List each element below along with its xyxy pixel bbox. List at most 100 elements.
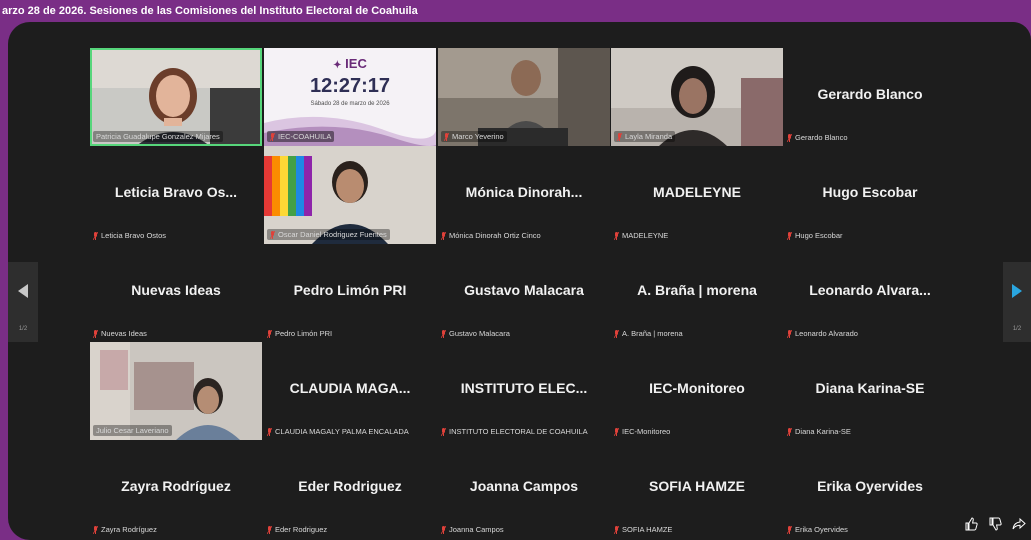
participant-name: Marco Yeverino	[452, 132, 504, 141]
participant-tile-madeleyne[interactable]: MADELEYNE MADELEYNE	[611, 146, 783, 244]
participant-name-label: Erika Oyervides	[787, 525, 848, 534]
participant-tile-eder[interactable]: Eder Rodriguez Eder Rodriguez	[264, 440, 436, 538]
participant-display-name: Leonardo Alvara...	[809, 282, 931, 298]
participant-display-name: Gerardo Blanco	[817, 86, 923, 102]
participant-tile-claudia[interactable]: CLAUDIA MAGA... CLAUDIA MAGALY PALMA ENC…	[264, 342, 436, 440]
mic-muted-icon	[787, 525, 792, 534]
mic-muted-icon	[267, 525, 272, 534]
like-icon[interactable]	[964, 517, 978, 534]
participant-tile-oscar[interactable]: Oscar Daniel Rodriguez Fuentes	[264, 146, 436, 244]
participant-display-name: IEC-Monitoreo	[649, 380, 745, 396]
participant-tile-hugo[interactable]: Hugo Escobar Hugo Escobar	[784, 146, 956, 244]
participant-display-name: Leticia Bravo Os...	[114, 184, 238, 200]
participant-name-label: A. Braña | morena	[614, 329, 683, 338]
participant-display-name: Hugo Escobar	[822, 184, 918, 200]
mic-muted-icon	[444, 132, 449, 141]
participant-name-label: Pedro Limón PRI	[267, 329, 332, 338]
dislike-icon[interactable]	[988, 517, 1002, 534]
participant-tile-iec-clock[interactable]: ✦ IEC 12:27:17 Sábado 28 de marzo de 202…	[264, 48, 436, 146]
participant-tile-iec-monitoreo[interactable]: IEC-Monitoreo IEC-Monitoreo	[611, 342, 783, 440]
participant-name-label: MADELEYNE	[614, 231, 668, 240]
participant-name-label: Gerardo Blanco	[787, 133, 848, 142]
participant-name-label: CLAUDIA MAGALY PALMA ENCALADA	[267, 427, 409, 436]
participant-name: Gerardo Blanco	[795, 133, 848, 142]
participant-tile-joanna[interactable]: Joanna Campos Joanna Campos	[438, 440, 610, 538]
mic-muted-icon	[267, 329, 272, 338]
participant-name: IEC-COAHUILA	[278, 132, 332, 141]
participant-name-label: Gustavo Malacara	[441, 329, 510, 338]
mic-muted-icon	[441, 329, 446, 338]
participant-display-name: CLAUDIA MAGA...	[289, 380, 411, 396]
participant-name: MADELEYNE	[622, 231, 669, 240]
participant-tile-gustavo[interactable]: Gustavo Malacara Gustavo Malacara	[438, 244, 610, 342]
participant-name: Zayra Rodríguez	[101, 525, 157, 534]
participant-name: Julio Cesar Laveriano	[96, 426, 169, 435]
participant-tile-zayra[interactable]: Zayra Rodríguez Zayra Rodríguez	[90, 440, 262, 538]
participant-tile-instituto[interactable]: INSTITUTO ELEC... INSTITUTO ELECTORAL DE…	[438, 342, 610, 440]
participant-display-name: Erika Oyervides	[817, 478, 923, 494]
mic-muted-icon	[614, 329, 619, 338]
participant-name: Layla Miranda	[625, 132, 673, 141]
participant-tile-nuevas-ideas[interactable]: Nuevas Ideas Nuevas Ideas	[90, 244, 262, 342]
mic-muted-icon	[267, 427, 272, 436]
mic-muted-icon	[93, 231, 98, 240]
meeting-window: arzo 28 de 2026. Sesiones de las Comisio…	[0, 0, 1031, 540]
participant-tile-leticia[interactable]: Leticia Bravo Os... Leticia Bravo Ostos	[90, 146, 262, 244]
participant-name-label: Nuevas Ideas	[93, 329, 147, 338]
participant-display-name: MADELEYNE	[653, 184, 741, 200]
participant-display-name: A. Braña | morena	[637, 282, 757, 298]
participant-tile-gerardo[interactable]: Gerardo Blanco Gerardo Blanco	[784, 48, 956, 146]
mic-muted-icon	[93, 525, 98, 534]
participant-gallery: Patricia Guadalupe Gonzalez Mijares ✦ IE…	[8, 22, 1031, 540]
participant-display-name: Gustavo Malacara	[464, 282, 584, 298]
previous-page-button[interactable]: 1/2	[8, 262, 38, 342]
participant-tile-julio[interactable]: Julio Cesar Laveriano	[90, 342, 262, 440]
participant-name-label: Joanna Campos	[441, 525, 504, 534]
participant-name: INSTITUTO ELECTORAL DE COAHUILA	[449, 427, 588, 436]
participant-tile-patricia[interactable]: Patricia Guadalupe Gonzalez Mijares	[90, 48, 262, 146]
participant-name: Patricia Guadalupe Gonzalez Mijares	[96, 132, 220, 141]
participant-name: Oscar Daniel Rodriguez Fuentes	[278, 230, 387, 239]
participant-name: Hugo Escobar	[795, 231, 843, 240]
participant-display-name: Joanna Campos	[469, 478, 579, 494]
iec-logo: ✦ IEC	[264, 56, 436, 71]
mic-muted-icon	[614, 427, 619, 436]
participant-display-name: INSTITUTO ELEC...	[460, 380, 588, 396]
participant-tile-erika[interactable]: Erika Oyervides Erika Oyervides	[784, 440, 956, 538]
mic-muted-icon	[441, 427, 446, 436]
mic-muted-icon	[614, 231, 619, 240]
participant-name-label: IEC-Monitoreo	[614, 427, 670, 436]
mic-muted-icon	[270, 132, 275, 141]
participant-name: Joanna Campos	[449, 525, 504, 534]
participant-name-label: Zayra Rodríguez	[93, 525, 157, 534]
next-page-button[interactable]: 1/2	[1003, 262, 1031, 342]
participant-name-label: Patricia Guadalupe Gonzalez Mijares	[93, 131, 223, 142]
participant-name: Leonardo Alvarado	[795, 329, 858, 338]
participant-name-label: Oscar Daniel Rodriguez Fuentes	[267, 229, 390, 240]
participant-name: Gustavo Malacara	[449, 329, 510, 338]
participant-name: Nuevas Ideas	[101, 329, 147, 338]
mic-muted-icon	[787, 329, 792, 338]
next-page-indicator: 1/2	[1012, 326, 1022, 332]
participant-name-label: SOFIA HAMZE	[614, 525, 672, 534]
participant-name: Mónica Dinorah Ortiz Cinco	[449, 231, 541, 240]
participant-tile-leonardo[interactable]: Leonardo Alvara... Leonardo Alvarado	[784, 244, 956, 342]
mic-muted-icon	[93, 329, 98, 338]
mic-muted-icon	[617, 132, 622, 141]
participant-tile-sofia[interactable]: SOFIA HAMZE SOFIA HAMZE	[611, 440, 783, 538]
participant-tile-layla[interactable]: Layla Miranda	[611, 48, 783, 146]
participant-tile-diana[interactable]: Diana Karina-SE Diana Karina-SE	[784, 342, 956, 440]
participant-tile-marco[interactable]: Marco Yeverino	[438, 48, 610, 146]
participant-name-label: Marco Yeverino	[441, 131, 507, 142]
participant-name-label: Diana Karina-SE	[787, 427, 851, 436]
participant-name-label: Hugo Escobar	[787, 231, 843, 240]
participant-name: IEC-Monitoreo	[622, 427, 671, 436]
participant-display-name: Pedro Limón PRI	[293, 282, 407, 298]
mic-muted-icon	[441, 525, 446, 534]
mic-muted-icon	[787, 231, 792, 240]
participant-tile-monica[interactable]: Mónica Dinorah... Mónica Dinorah Ortiz C…	[438, 146, 610, 244]
mic-muted-icon	[787, 133, 792, 142]
participant-tile-brana[interactable]: A. Braña | morena A. Braña | morena	[611, 244, 783, 342]
participant-tile-pedro[interactable]: Pedro Limón PRI Pedro Limón PRI	[264, 244, 436, 342]
share-icon[interactable]	[1012, 517, 1026, 534]
